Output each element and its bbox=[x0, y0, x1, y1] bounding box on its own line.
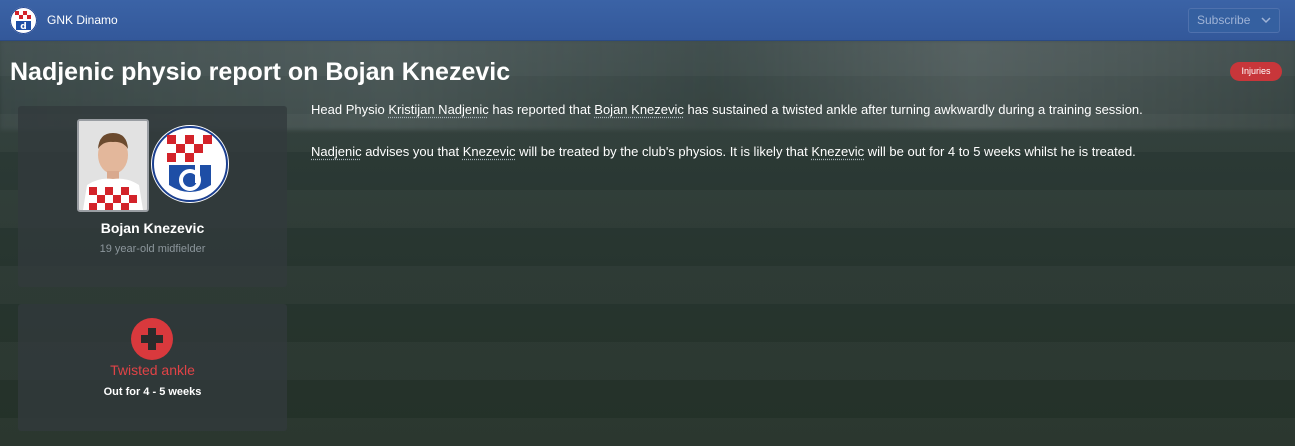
top-bar: d GNK Dinamo Subscribe bbox=[0, 0, 1295, 41]
player-card: Bojan Knezevic 19 year-old midfielder bbox=[18, 106, 287, 287]
staff-link[interactable]: Kristijan Nadjenic bbox=[388, 102, 488, 117]
subscribe-label: Subscribe bbox=[1197, 13, 1251, 27]
injury-duration: Out for 4 - 5 weeks bbox=[103, 386, 202, 398]
club-logo-icon[interactable]: d bbox=[10, 7, 37, 34]
report-text: has sustained a twisted ankle after turn… bbox=[683, 102, 1143, 117]
report-text: has reported that bbox=[488, 102, 595, 117]
report-paragraph: Head Physio Kristijan Nadjenic has repor… bbox=[311, 101, 1281, 118]
chevron-down-icon bbox=[1261, 9, 1271, 40]
injury-card: Twisted ankle Out for 4 - 5 weeks bbox=[18, 304, 287, 431]
club-crest-icon[interactable] bbox=[151, 125, 229, 203]
report-text: will be treated by the club's physios. I… bbox=[515, 144, 812, 159]
report-body: Head Physio Kristijan Nadjenic has repor… bbox=[311, 101, 1281, 185]
club-name[interactable]: GNK Dinamo bbox=[47, 13, 118, 27]
medical-cross-icon bbox=[131, 318, 173, 360]
report-paragraph: Nadjenic advises you that Knezevic will … bbox=[311, 143, 1281, 160]
injury-title: Twisted ankle bbox=[110, 362, 195, 378]
injuries-badge[interactable]: Injuries bbox=[1230, 62, 1282, 81]
player-link[interactable]: Knezevic bbox=[811, 144, 864, 159]
player-name[interactable]: Bojan Knezevic bbox=[18, 220, 287, 236]
report-text: advises you that bbox=[361, 144, 463, 159]
page-title: Nadjenic physio report on Bojan Knezevic bbox=[10, 58, 511, 86]
player-description: 19 year-old midfielder bbox=[99, 243, 206, 255]
svg-text:d: d bbox=[20, 22, 26, 32]
player-link[interactable]: Bojan Knezevic bbox=[594, 102, 684, 117]
report-text: will be out for 4 to 5 weeks whilst he i… bbox=[864, 144, 1136, 159]
report-text: Head Physio bbox=[311, 102, 389, 117]
player-photo[interactable] bbox=[77, 119, 149, 212]
subscribe-button[interactable]: Subscribe bbox=[1188, 8, 1280, 33]
player-link[interactable]: Knezevic bbox=[463, 144, 516, 159]
staff-link[interactable]: Nadjenic bbox=[311, 144, 362, 159]
